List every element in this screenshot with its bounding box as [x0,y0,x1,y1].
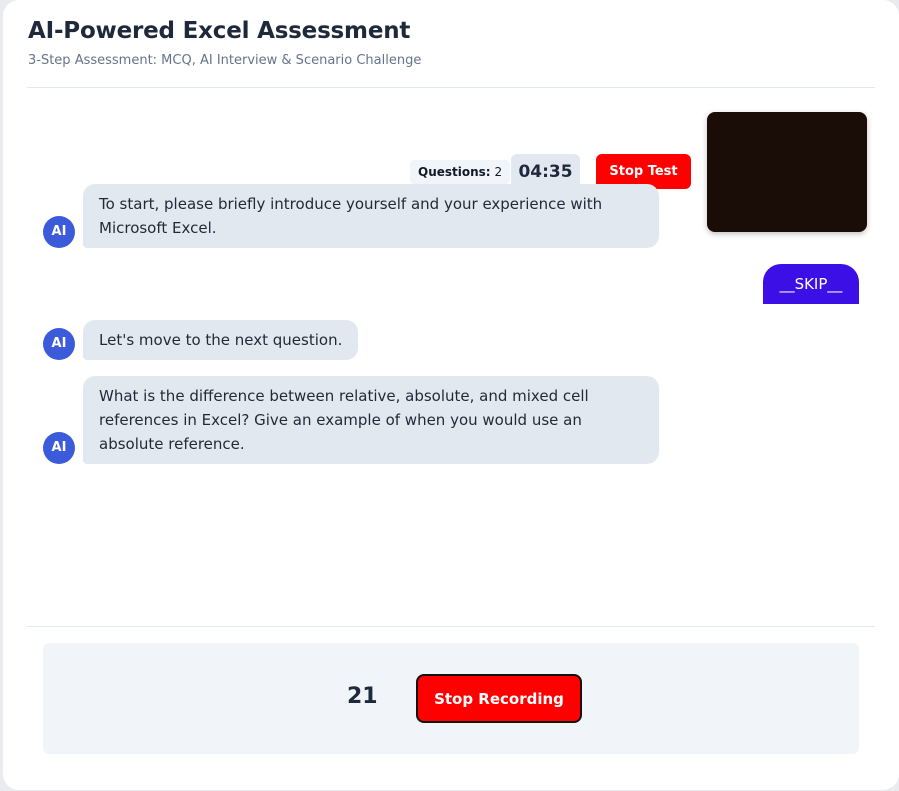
page-subtitle: 3-Step Assessment: MCQ, AI Interview & S… [28,53,422,68]
questions-count: 2 [494,165,503,179]
ai-message-bubble: Let's move to the next question. [83,320,359,360]
ai-message-bubble: To start, please briefly introduce yours… [83,184,659,248]
header-divider [27,87,875,88]
assessment-card: AI-Powered Excel Assessment 3-Step Asses… [3,0,899,790]
ai-message-bubble: What is the difference between relative,… [83,376,659,464]
user-message-bubble: __SKIP__ [763,264,859,304]
ai-avatar: AI [43,216,75,248]
recording-counter: 21 [347,684,378,709]
stop-recording-button[interactable]: Stop Recording [416,674,582,723]
ai-avatar: AI [43,328,75,360]
page-title: AI-Powered Excel Assessment [28,18,411,44]
footer-divider [27,626,875,627]
ai-avatar: AI [43,432,75,464]
questions-label: Questions: [418,165,491,179]
questions-badge: Questions: 2 [410,160,511,184]
webcam-preview [707,112,867,232]
